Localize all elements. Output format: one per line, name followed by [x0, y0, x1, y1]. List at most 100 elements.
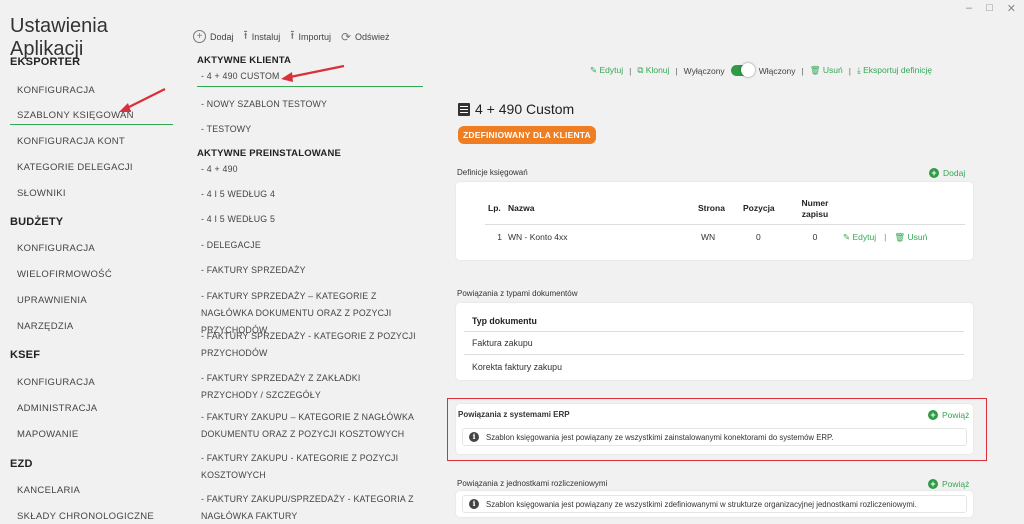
template-item[interactable]: - FAKTURY SPRZEDAŻY Z ZAKŁADKI PRZYCHODY…: [201, 370, 416, 404]
annotation-arrow: [119, 88, 166, 112]
add-definition-label: Dodaj: [943, 168, 966, 178]
client-badge: ZDEFINIOWANY DLA KLIENTA: [458, 126, 596, 144]
col-side: Strona: [698, 203, 725, 214]
refresh-icon: ⟳: [340, 29, 352, 44]
sidebar-item-wielofirmowosc[interactable]: WIELOFIRMOWOŚĆ: [17, 269, 112, 280]
sidebar-item-uprawnienia[interactable]: UPRAWNIENIA: [17, 295, 87, 306]
clone-icon: ⧉: [637, 65, 644, 75]
table-header-row: Lp. Nazwa Strona Pozycja Numer zapisu: [485, 194, 965, 224]
import-label: Importuj: [298, 31, 331, 42]
template-item[interactable]: - 4 I 5 WEDŁUG 5: [201, 211, 416, 228]
sidebar-item-administracja[interactable]: ADMINISTRACJA: [17, 403, 97, 414]
col-actions: [840, 194, 965, 224]
maximize-button[interactable]: □: [986, 2, 993, 15]
group-head-client: AKTYWNE KLIENTA: [197, 55, 292, 66]
on-label: Włączony: [758, 65, 796, 76]
sidebar-item-slowniki[interactable]: SŁOWNIKI: [17, 188, 66, 199]
units-link-button[interactable]: + Powiąż: [928, 479, 969, 489]
export-label: Eksportuj definicję: [863, 65, 933, 75]
sidebar-item-mapowanie[interactable]: MAPOWANIE: [17, 429, 78, 440]
separator: |: [801, 65, 804, 76]
template-actions: ✎ Edytuj | ⧉ Klonuj | Wyłączony Włączony…: [590, 63, 932, 77]
close-button[interactable]: ✕: [1007, 2, 1016, 15]
cell-position: 0: [756, 232, 761, 243]
template-item[interactable]: - TESTOWY: [201, 121, 416, 138]
template-item[interactable]: - NOWY SZABLON TESTOWY: [201, 96, 416, 113]
sidebar-item-konfiguracja-budzety[interactable]: KONFIGURACJA: [17, 243, 95, 254]
pencil-icon: ✎: [843, 231, 851, 242]
download-icon: ⤓: [856, 65, 861, 75]
add-button[interactable]: + Dodaj: [193, 30, 234, 43]
sidebar-item-konfiguracja-ksef[interactable]: KONFIGURACJA: [17, 377, 95, 388]
row-edit-label: Edytuj: [852, 231, 877, 242]
section-ezd: EZD: [10, 458, 33, 470]
add-definition-button[interactable]: + Dodaj: [929, 168, 965, 178]
units-link-label: Powiąż: [942, 479, 970, 489]
sidebar-item-konfiguracja-kont[interactable]: KONFIGURACJA KONT: [17, 136, 125, 147]
doc-type-row: Faktura zakupu: [472, 338, 533, 348]
cell-lp: 1: [497, 232, 502, 243]
delete-action[interactable]: 🗑 Usuń: [810, 65, 843, 76]
template-title: 4 + 490 Custom: [458, 101, 574, 117]
document-icon: [458, 102, 470, 116]
template-item[interactable]: - 4 I 5 WEDŁUG 4: [201, 186, 416, 203]
sidebar-item-narzedzia[interactable]: NARZĘDZIA: [17, 321, 74, 332]
template-item[interactable]: - FAKTURY ZAKUPU – KATEGORIE Z NAGŁÓWKA …: [201, 409, 416, 443]
import-button[interactable]: ⭱ Importuj: [290, 26, 331, 47]
refresh-button[interactable]: ⟳ Odśwież: [341, 30, 390, 44]
section-ksef: KSEF: [10, 349, 41, 361]
row-delete-button[interactable]: 🗑 Usuń: [894, 232, 927, 243]
pencil-icon: ✎: [590, 65, 598, 75]
enabled-toggle[interactable]: [730, 63, 755, 77]
divider: [464, 354, 964, 355]
divider: [464, 331, 964, 332]
sidebar-item-kancelaria[interactable]: KANCELARIA: [17, 485, 80, 496]
cell-side: WN: [701, 232, 716, 243]
sidebar-item-konfiguracja-eksporter[interactable]: KONFIGURACJA: [17, 85, 95, 96]
sidebar-item-sklady-chronologiczne[interactable]: SKŁADY CHRONOLOGICZNE: [17, 511, 154, 522]
template-item[interactable]: - FAKTURY SPRZEDAŻY - KATEGORIE Z POZYCJ…: [201, 328, 416, 362]
col-number: Numer zapisu: [801, 197, 829, 219]
template-item[interactable]: - FAKTURY ZAKUPU - KATEGORIE Z POZYCJI K…: [201, 450, 416, 484]
template-item[interactable]: - DELEGACJE: [201, 237, 416, 254]
highlight-box: [447, 398, 987, 461]
section-budzety: BUDŻETY: [10, 216, 64, 228]
cell-name: WN - Konto 4xx: [508, 232, 568, 243]
template-item[interactable]: - 4 + 490: [201, 161, 416, 178]
doc-types-label: Powiązania z typami dokumentów: [457, 289, 578, 298]
toolbar: + Dodaj ⭱ Instaluj ⭱ Importuj ⟳ Odśwież: [193, 26, 390, 47]
export-action[interactable]: ⤓ Eksportuj definicję: [857, 65, 932, 76]
install-button[interactable]: ⭱ Instaluj: [244, 26, 281, 47]
separator: |: [848, 65, 851, 76]
clone-action[interactable]: ⧉ Klonuj: [637, 65, 669, 76]
row-edit-button[interactable]: ✎ Edytuj: [843, 232, 876, 243]
template-item[interactable]: - FAKTURY ZAKUPU/SPRZEDAŻY - KATEGORIA Z…: [201, 491, 416, 524]
template-item[interactable]: - FAKTURY SPRZEDAŻY: [201, 262, 416, 279]
col-lp: Lp.: [488, 203, 501, 214]
info-icon: i: [469, 499, 479, 509]
plus-icon: +: [928, 479, 938, 489]
refresh-label: Odśwież: [355, 31, 390, 42]
add-label: Dodaj: [210, 31, 234, 42]
off-label: Wyłączony: [683, 65, 725, 76]
separator: |: [675, 65, 678, 76]
edit-action[interactable]: ✎ Edytuj: [590, 65, 623, 76]
upload-icon: ⭱: [290, 28, 295, 42]
definitions-table: Lp. Nazwa Strona Pozycja Numer zapisu 1 …: [485, 194, 965, 250]
cell-actions: ✎ Edytuj | 🗑 Usuń: [840, 224, 965, 250]
col-name: Nazwa: [508, 203, 535, 214]
sidebar-item-kategorie-delegacji[interactable]: KATEGORIE DELEGACJI: [17, 162, 133, 173]
definitions-label: Definicje księgowań: [457, 168, 528, 177]
clone-label: Klonuj: [645, 65, 670, 75]
doc-type-header: Typ dokumentu: [472, 316, 537, 326]
minimize-button[interactable]: –: [966, 2, 972, 15]
install-label: Instaluj: [251, 31, 281, 42]
trash-icon: 🗑: [809, 65, 821, 75]
delete-label: Usuń: [822, 65, 843, 75]
separator: |: [884, 232, 887, 243]
plus-circle-icon: +: [193, 30, 206, 43]
edit-label: Edytuj: [599, 65, 624, 75]
section-eksporter: EKSPORTER: [10, 56, 81, 68]
trash-icon: 🗑: [894, 231, 906, 242]
table-row[interactable]: 1 WN - Konto 4xx WN 0 0 ✎ Edytuj | 🗑 Usu…: [485, 224, 965, 250]
